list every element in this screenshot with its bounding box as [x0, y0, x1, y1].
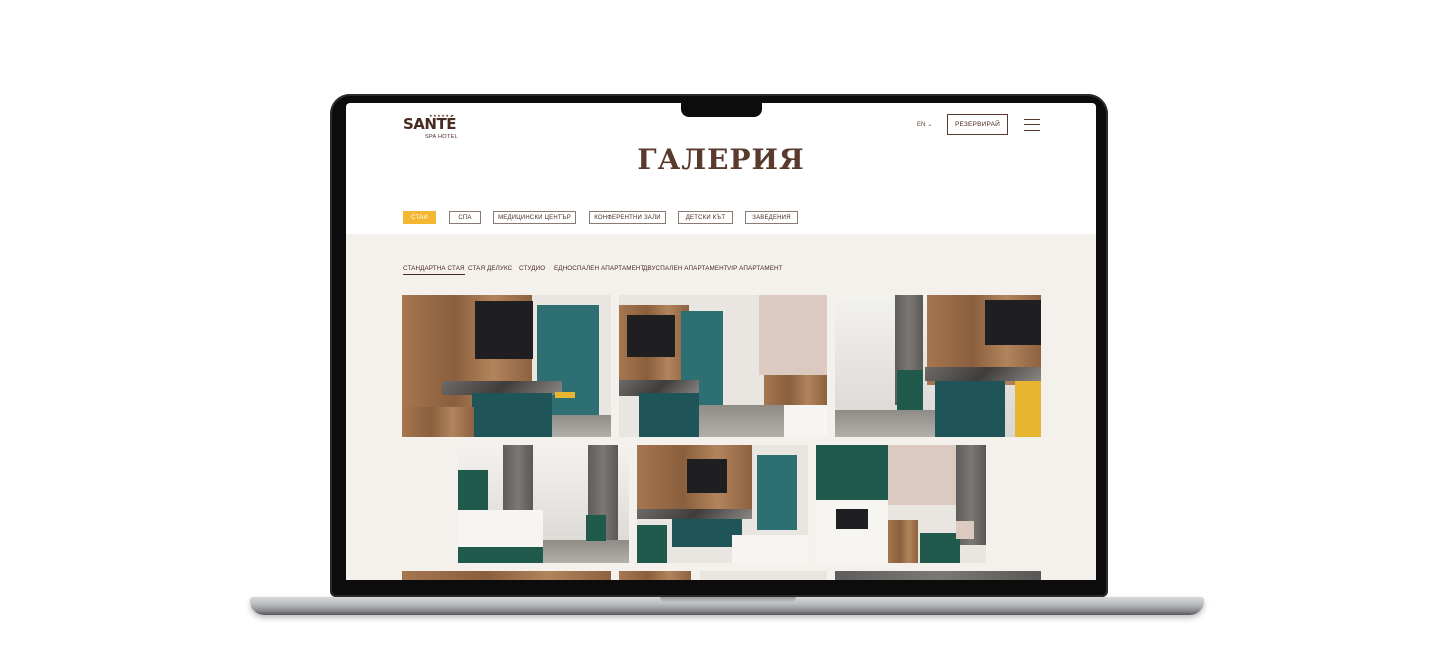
tab-standard-room[interactable]: СТАНДАРТНА СТАЯ — [403, 265, 465, 275]
gallery-photo[interactable] — [458, 445, 629, 563]
tab-one-bedroom-apartment[interactable]: ЕДНОСПАЛЕН АПАРТАМЕНТ — [554, 265, 645, 274]
gallery-photo[interactable] — [619, 295, 827, 437]
menu-line — [1024, 130, 1040, 131]
tab-studio[interactable]: СТУДИО — [519, 265, 545, 274]
browser-screen: ★★★★★ SANTÉ SPA HOTEL EN ⌄ РЕЗЕРВИРАЙ ГА… — [346, 103, 1096, 580]
tab-vip-apartment[interactable]: VIP АПАРТАМЕНТ — [727, 265, 783, 274]
gallery-photo[interactable] — [835, 295, 1041, 437]
gallery-photo[interactable] — [700, 571, 827, 580]
category-venues[interactable]: ЗАВЕДЕНИЯ — [745, 211, 798, 224]
gallery-photo[interactable] — [637, 445, 808, 563]
gallery-photo[interactable] — [835, 571, 1041, 580]
tab-two-bedroom-apartment[interactable]: ДВУСПАЛЕН АПАРТАМЕНТ — [643, 265, 728, 274]
menu-line — [1024, 124, 1040, 125]
laptop-opening-groove — [660, 597, 796, 603]
gallery-photo[interactable] — [619, 571, 691, 580]
category-medical-center[interactable]: МЕДИЦИНСКИ ЦЕНТЪР — [493, 211, 576, 224]
chevron-down-icon: ⌄ — [927, 122, 933, 128]
hamburger-menu-icon[interactable] — [1024, 119, 1040, 131]
gallery-photo[interactable] — [816, 445, 986, 563]
category-rooms[interactable]: СТАИ — [403, 211, 436, 224]
category-conference-halls[interactable]: КОНФЕРЕНТНИ ЗАЛИ — [589, 211, 666, 224]
menu-line — [1024, 119, 1040, 120]
gallery-photo[interactable] — [402, 571, 611, 580]
gallery-photo[interactable] — [402, 295, 611, 437]
hotel-logo[interactable]: ★★★★★ SANTÉ SPA HOTEL — [403, 113, 463, 140]
page-title: ГАЛЕРИЯ — [637, 143, 805, 176]
camera-notch — [681, 101, 762, 117]
language-label: EN — [917, 121, 926, 128]
tab-deluxe-room[interactable]: СТАЯ ДЕЛУКС — [468, 265, 512, 274]
category-kids-corner[interactable]: ДЕТСКИ КЪТ — [678, 211, 733, 224]
category-spa[interactable]: СПА — [449, 211, 481, 224]
logo-subtitle: SPA HOTEL — [425, 134, 458, 140]
book-button[interactable]: РЕЗЕРВИРАЙ — [947, 114, 1008, 135]
logo-wordmark: SANTÉ — [403, 115, 456, 133]
language-selector[interactable]: EN ⌄ — [917, 121, 933, 129]
